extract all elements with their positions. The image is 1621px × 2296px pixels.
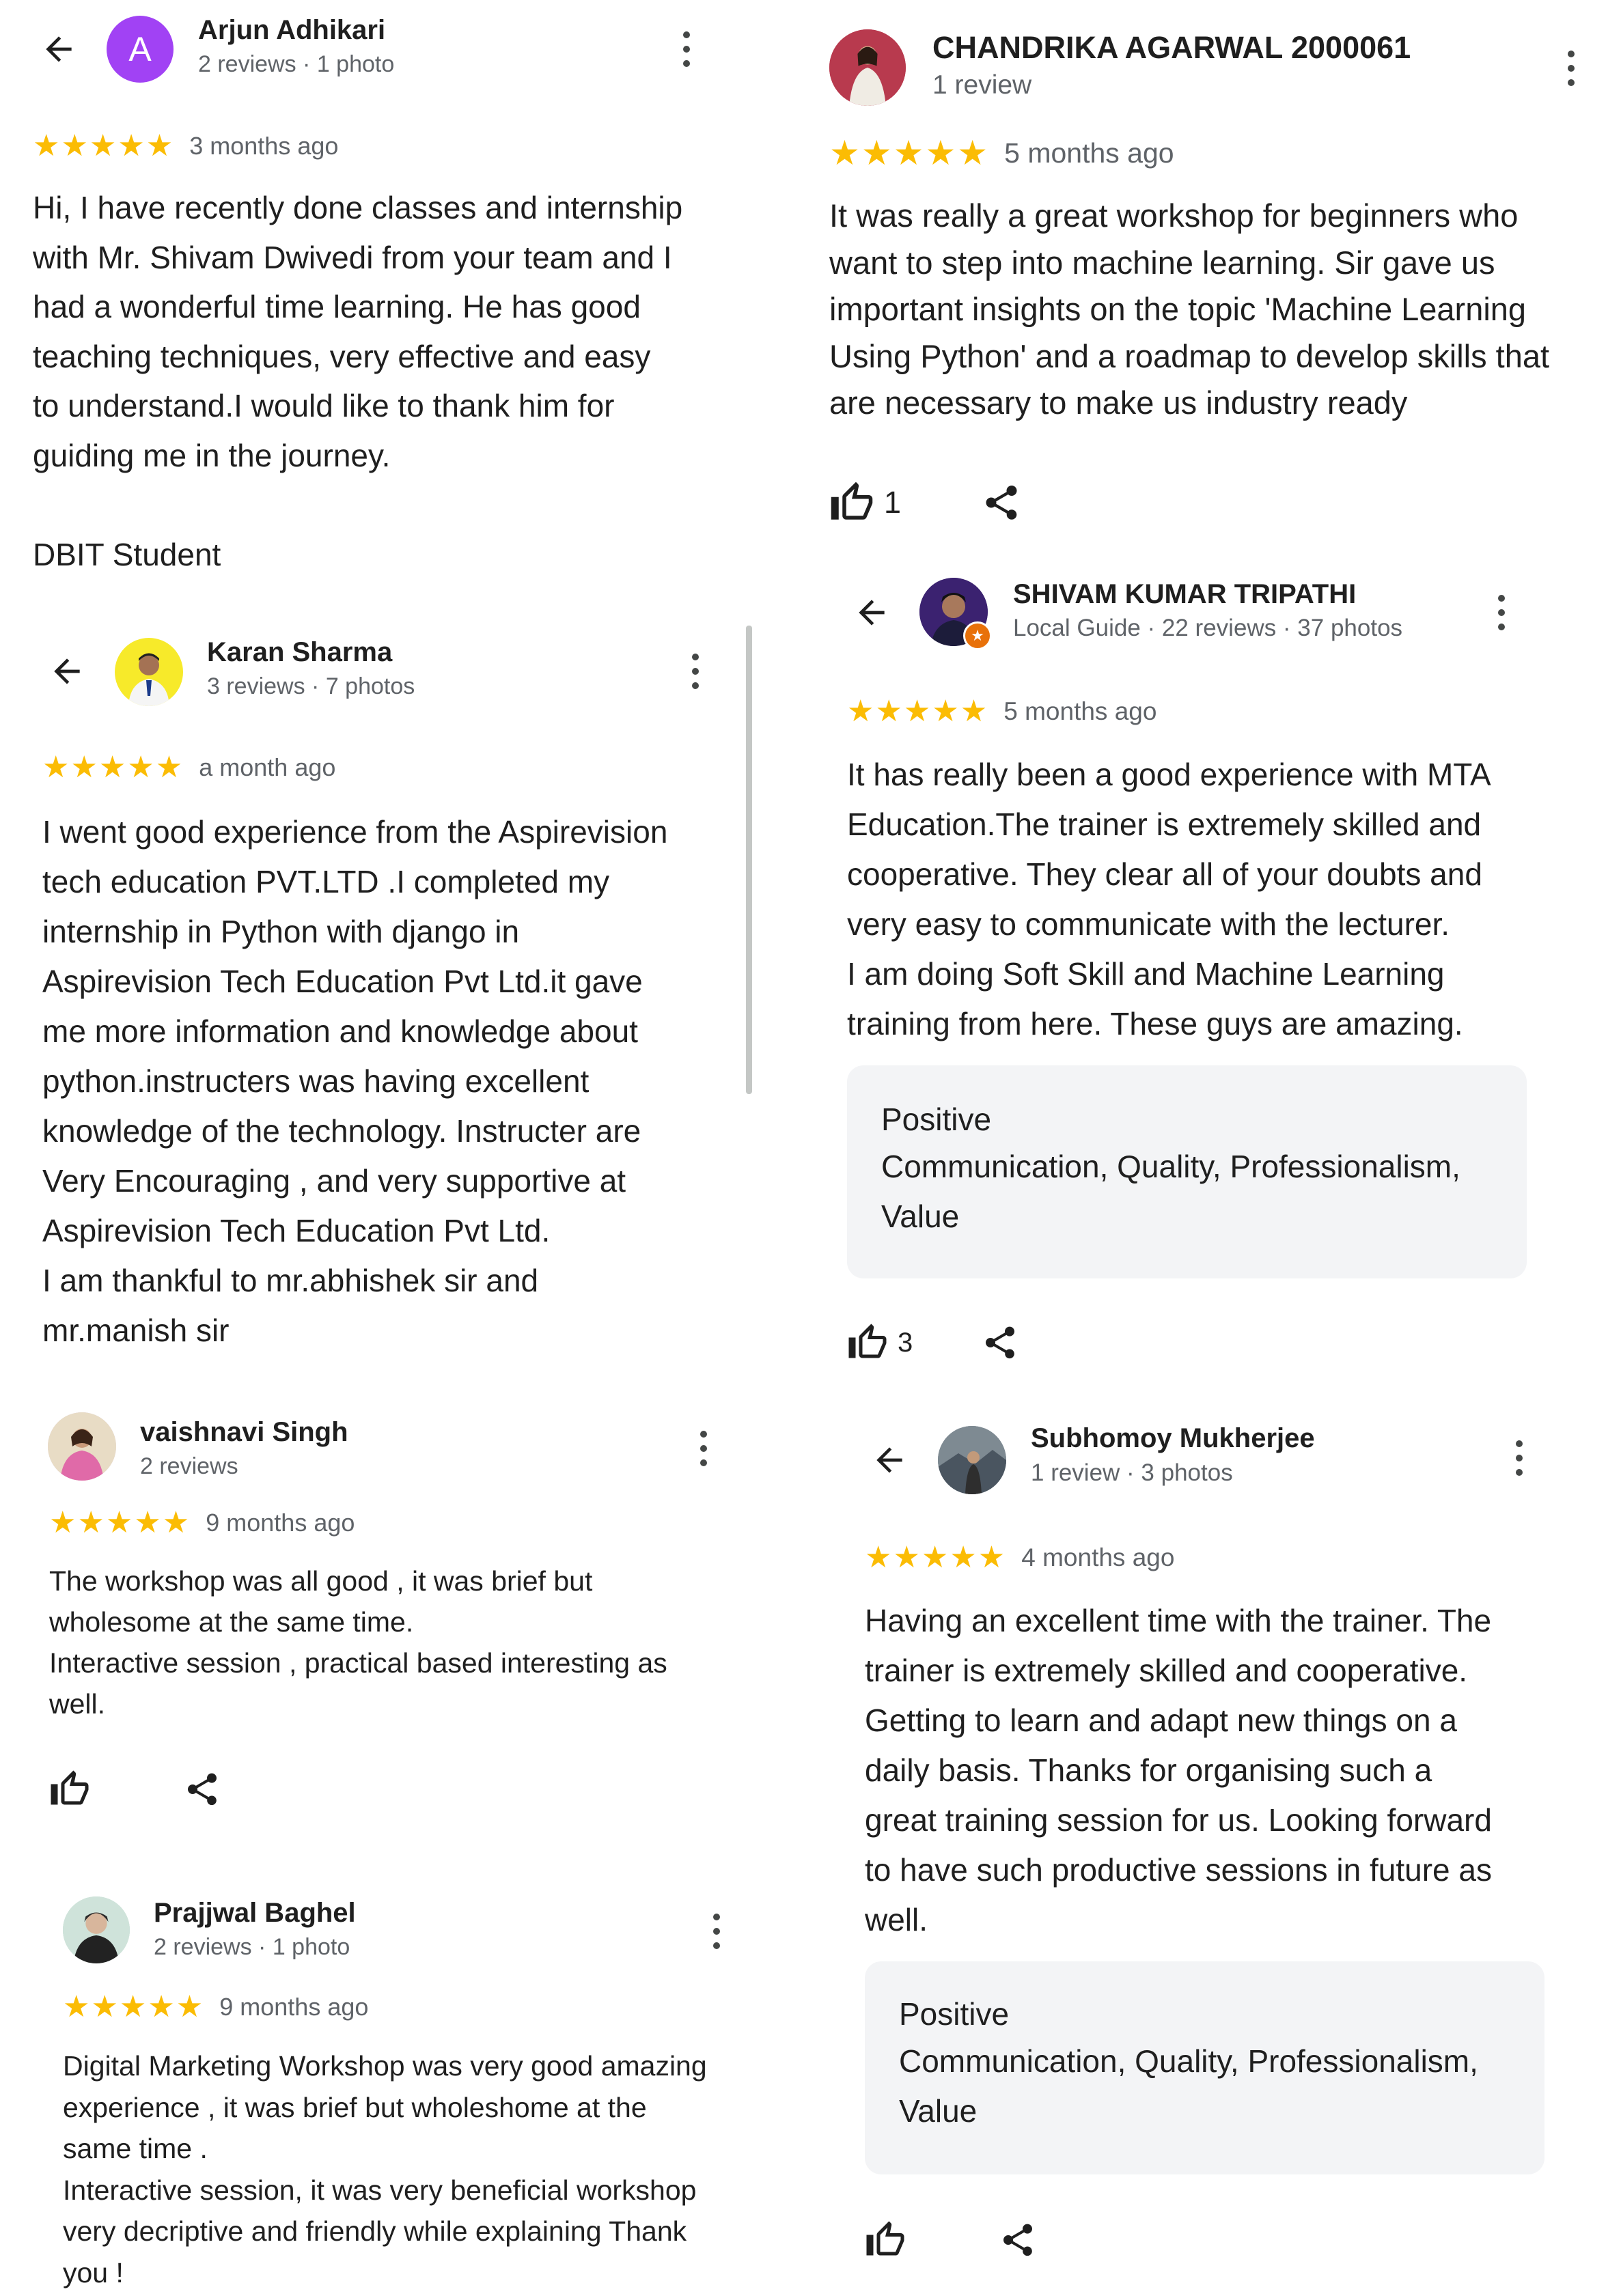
rating-row: ★★★★★ 4 months ago xyxy=(865,1540,1174,1575)
star-rating: ★★★★★ xyxy=(63,1990,205,2024)
review-date: 5 months ago xyxy=(1004,137,1174,169)
share-button[interactable] xyxy=(981,1324,1019,1362)
review-date: 9 months ago xyxy=(206,1508,355,1537)
rating-row: ★★★★★ 9 months ago xyxy=(49,1505,355,1540)
person-photo-icon xyxy=(63,1896,130,1963)
rating-row: ★★★★★ a month ago xyxy=(42,750,335,785)
arrow-back-icon xyxy=(46,36,72,62)
star-rating: ★★★★★ xyxy=(847,695,989,728)
back-button[interactable] xyxy=(865,1436,914,1485)
more-options-button[interactable] xyxy=(687,1418,721,1479)
more-options-button[interactable] xyxy=(1484,582,1519,643)
review-text: The workshop was all good , it was brief… xyxy=(49,1565,667,1720)
rating-row: ★★★★★ 5 months ago xyxy=(847,694,1156,729)
like-count: 3 xyxy=(898,1327,913,1358)
like-button[interactable]: 3 xyxy=(847,1322,913,1363)
reviewer-meta: 1 review xyxy=(932,70,1032,100)
review-date: 4 months ago xyxy=(1021,1543,1175,1571)
more-options-button[interactable] xyxy=(678,641,712,702)
more-options-button[interactable] xyxy=(699,1901,734,1962)
back-button[interactable] xyxy=(847,588,896,637)
review-date: 5 months ago xyxy=(1003,697,1157,725)
avatar[interactable] xyxy=(48,1412,116,1481)
positive-title: Positive xyxy=(899,1996,1010,2032)
positive-attributes: Communication, Quality, Professionalism,… xyxy=(881,1149,1460,1234)
review-text: Hi, I have recently done classes and int… xyxy=(33,190,683,572)
local-guide-badge-icon: ★ xyxy=(963,621,992,650)
thumbs-up-icon xyxy=(51,1770,89,1805)
back-button[interactable] xyxy=(34,25,83,74)
review-date: a month ago xyxy=(199,753,336,781)
positive-attributes: Communication, Quality, Professionalism,… xyxy=(899,2043,1478,2129)
review-text: It was really a great workshop for begin… xyxy=(829,197,1550,421)
person-photo-icon xyxy=(829,29,906,106)
thumbs-up-icon xyxy=(866,2221,904,2256)
more-options-button[interactable] xyxy=(1502,1427,1536,1489)
reviewer-meta: 2 reviews · 1 photo xyxy=(154,1934,350,1960)
share-icon xyxy=(188,1773,217,1806)
like-button[interactable] xyxy=(49,1769,90,1810)
star-rating: ★★★★★ xyxy=(33,129,175,163)
rating-row: ★★★★★ 5 months ago xyxy=(829,133,1174,173)
reviewer-name[interactable]: Arjun Adhikari xyxy=(198,15,385,46)
more-options-button[interactable] xyxy=(1554,38,1588,99)
positive-attributes-card: Positive Communication, Quality, Profess… xyxy=(847,1065,1527,1278)
rating-row: ★★★★★ 9 months ago xyxy=(63,1989,368,2024)
person-photo-icon xyxy=(128,653,169,706)
reviewer-meta: Local Guide · 22 reviews · 37 photos xyxy=(1013,615,1403,641)
avatar[interactable]: A xyxy=(107,16,174,83)
more-options-button[interactable] xyxy=(669,18,704,80)
reviewer-name[interactable]: Subhomoy Mukherjee xyxy=(1031,1423,1315,1454)
avatar[interactable] xyxy=(63,1896,130,1963)
like-button[interactable] xyxy=(865,2220,906,2260)
review-text: Having an excellent time with the traine… xyxy=(865,1603,1492,1937)
reviewer-meta: 1 review · 3 photos xyxy=(1031,1459,1233,1486)
reviewer-name[interactable]: Prajjwal Baghel xyxy=(154,1898,356,1929)
reviewer-name[interactable]: CHANDRIKA AGARWAL 2000061 xyxy=(932,30,1411,66)
like-count: 1 xyxy=(884,485,902,520)
arrow-back-icon xyxy=(54,658,80,684)
avatar[interactable] xyxy=(115,638,183,706)
share-button[interactable] xyxy=(981,482,1022,523)
thumbs-up-icon xyxy=(831,481,873,520)
share-icon xyxy=(986,1326,1014,1359)
reviewer-meta: 3 reviews · 7 photos xyxy=(207,673,415,699)
scrollbar[interactable] xyxy=(746,626,752,1094)
avatar-letter: A xyxy=(128,30,152,68)
reviewer-name[interactable]: SHIVAM KUMAR TRIPATHI xyxy=(1013,579,1356,610)
rating-row: ★★★★★ 3 months ago xyxy=(33,128,338,163)
avatar[interactable]: ★ xyxy=(919,578,992,650)
avatar[interactable] xyxy=(829,29,906,106)
review-text: I went good experience from the Aspirevi… xyxy=(42,814,668,1348)
star-rating: ★★★★★ xyxy=(49,1506,191,1539)
star-rating: ★★★★★ xyxy=(865,1541,1007,1574)
reviewer-name[interactable]: Karan Sharma xyxy=(207,637,392,668)
positive-title: Positive xyxy=(881,1102,992,1137)
star-rating: ★★★★★ xyxy=(829,134,990,172)
person-photo-icon xyxy=(938,1426,1006,1494)
review-date: 3 months ago xyxy=(189,131,339,160)
arrow-back-icon xyxy=(859,600,885,626)
share-icon xyxy=(1003,2224,1032,2256)
star-rating: ★★★★★ xyxy=(42,751,184,784)
avatar[interactable] xyxy=(938,1426,1006,1494)
arrow-back-icon xyxy=(876,1447,902,1473)
reviewer-meta: 2 reviews xyxy=(140,1453,238,1479)
like-button[interactable]: 1 xyxy=(829,480,901,525)
person-photo-icon xyxy=(48,1412,116,1481)
share-button[interactable] xyxy=(183,1770,221,1808)
reviewer-meta: 2 reviews · 1 photo xyxy=(198,51,395,77)
review-text: Digital Marketing Workshop was very good… xyxy=(63,2050,707,2288)
share-icon xyxy=(986,486,1017,520)
thumbs-up-icon xyxy=(848,1324,887,1358)
positive-attributes-card: Positive Communication, Quality, Profess… xyxy=(865,1961,1544,2174)
review-text: It has really been a good experience wit… xyxy=(847,757,1491,1041)
share-button[interactable] xyxy=(999,2221,1037,2259)
back-button[interactable] xyxy=(42,647,92,696)
reviewer-name[interactable]: vaishnavi Singh xyxy=(140,1417,348,1448)
review-date: 9 months ago xyxy=(219,1992,369,2021)
